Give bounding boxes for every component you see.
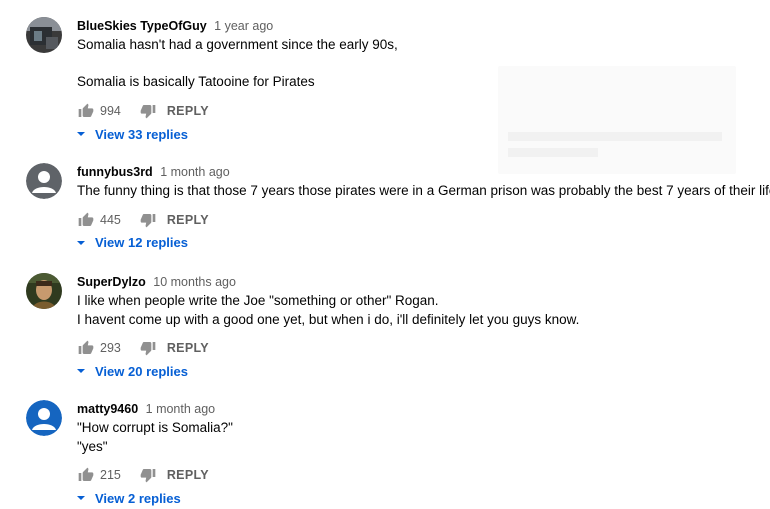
comment-author[interactable]: BlueSkies TypeOfGuy [77,19,207,33]
comment-text: The funny thing is that those 7 years th… [77,183,770,198]
reply-button[interactable]: REPLY [167,213,209,227]
comment-author[interactable]: SuperDylzo [77,275,146,289]
view-replies-label: View 20 replies [95,363,188,379]
view-replies-button[interactable]: View 33 replies [77,124,760,144]
avatar[interactable] [26,163,62,199]
comment-timestamp[interactable]: 1 year ago [214,19,273,33]
view-replies-button[interactable]: View 2 replies [77,488,760,508]
thumb-up-icon[interactable] [77,102,95,120]
thumb-down-icon[interactable] [139,102,157,120]
like-count: 445 [100,212,121,227]
like-count: 215 [100,468,121,482]
comment-author[interactable]: matty9460 [77,402,138,416]
comment-timestamp[interactable]: 10 months ago [153,275,236,289]
comment-text: I like when people write the Joe "someth… [77,293,580,327]
thumb-down-icon[interactable] [139,339,157,357]
chevron-down-icon [75,128,87,140]
comment-timestamp[interactable]: 1 month ago [146,402,216,416]
chevron-down-icon [75,365,87,377]
like-count: 293 [100,341,121,355]
chevron-down-icon [75,492,87,504]
thumb-up-icon[interactable] [77,211,95,229]
reply-button[interactable]: REPLY [167,341,209,355]
comment-timestamp[interactable]: 1 month ago [160,165,230,179]
thumb-down-icon[interactable] [139,466,157,484]
view-replies-label: View 2 replies [95,490,181,506]
thumb-down-icon[interactable] [139,211,157,229]
view-replies-button[interactable]: View 20 replies [77,361,760,381]
avatar[interactable] [26,17,62,53]
view-replies-label: View 33 replies [95,126,188,142]
reply-button[interactable]: REPLY [167,104,209,118]
comment-author[interactable]: funnybus3rd [77,165,153,179]
thumb-up-icon[interactable] [77,339,95,357]
comment-text: Somalia hasn't had a government since th… [77,37,398,89]
chevron-down-icon [75,237,87,249]
avatar[interactable] [26,400,62,436]
avatar[interactable] [26,273,62,309]
like-count: 994 [100,104,121,118]
reply-button[interactable]: REPLY [167,468,209,482]
view-replies-label: View 12 replies [95,235,188,250]
view-replies-button[interactable]: View 12 replies [77,233,760,253]
comment-text: "How corrupt is Somalia?" "yes" [77,420,233,454]
thumb-up-icon[interactable] [77,466,95,484]
